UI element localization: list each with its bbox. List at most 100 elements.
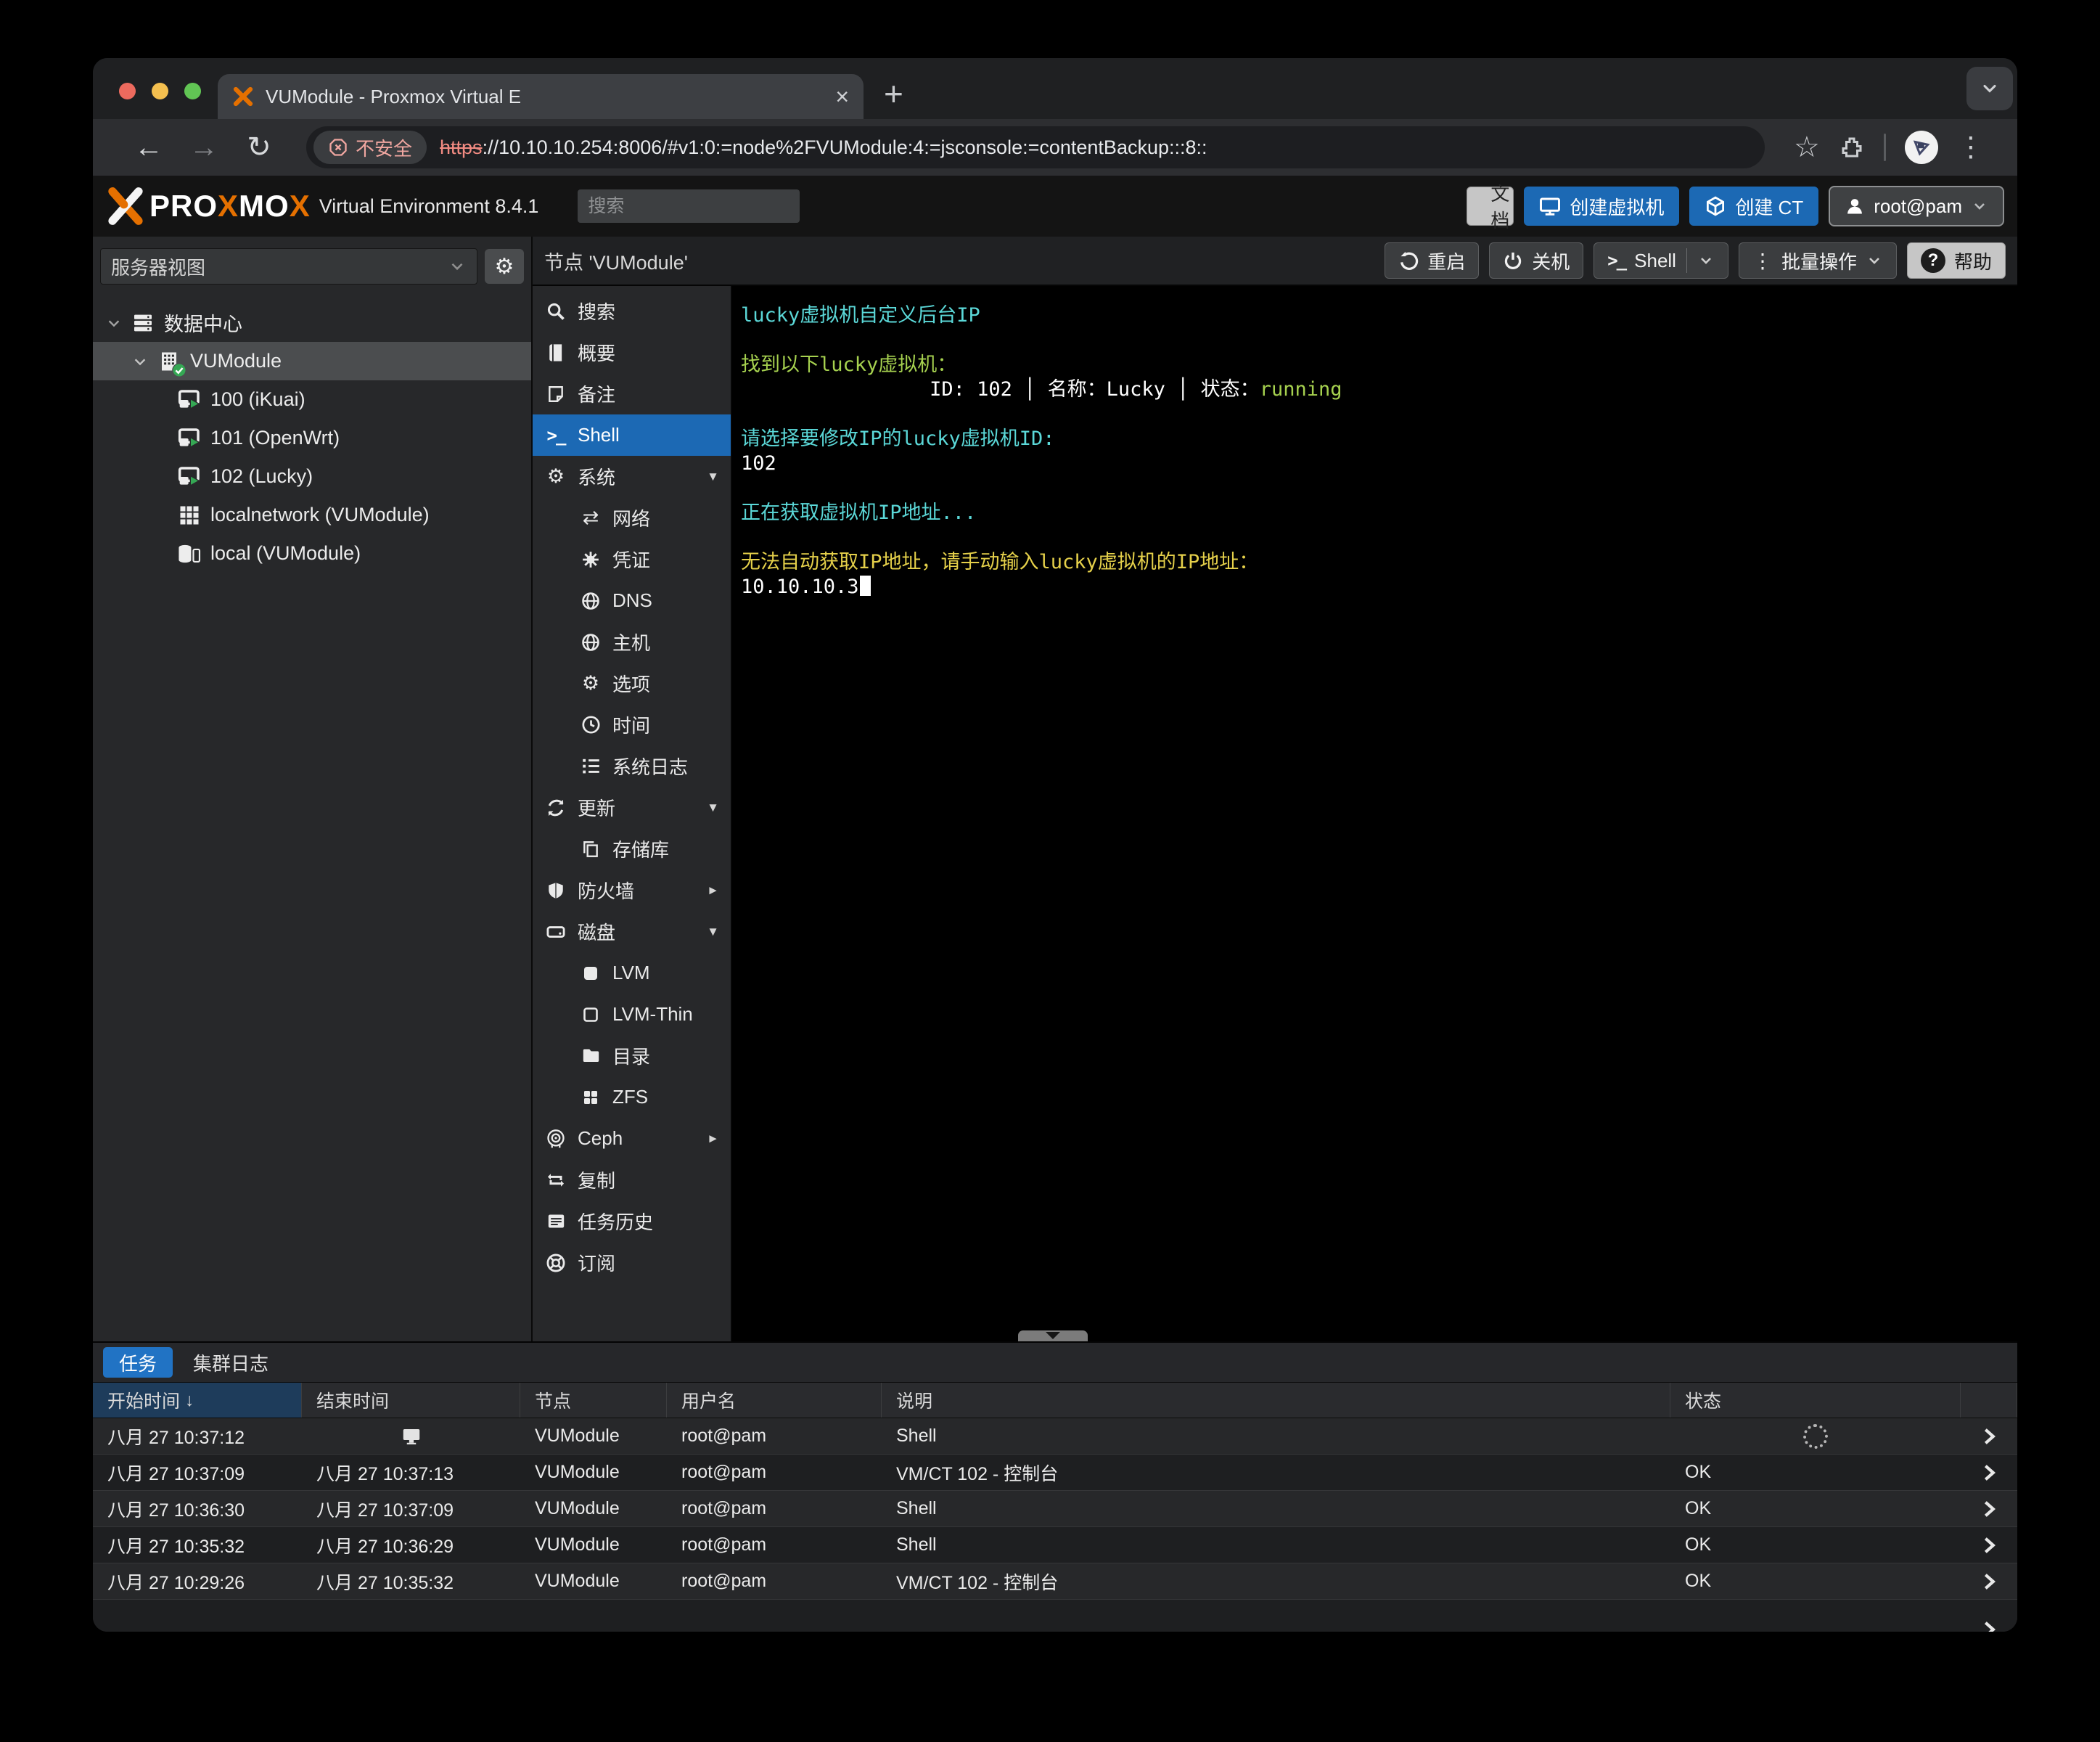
tasks-panel: 任务 集群日志 开始时间 ↓ 结束时间 节点 用户名 说明 状态 八月 27 1… bbox=[93, 1341, 2017, 1632]
browser-menu-icon[interactable]: ⋮ bbox=[1957, 134, 1985, 161]
task-row[interactable]: 八月 27 10:29:26 八月 27 10:35:32 VUModule r… bbox=[93, 1563, 2017, 1600]
menu-item-zfs[interactable]: ZFS bbox=[533, 1076, 731, 1118]
tab-tasks[interactable]: 任务 bbox=[103, 1347, 173, 1378]
menu-item-dns[interactable]: DNS bbox=[533, 580, 731, 621]
ceph-icon bbox=[544, 1129, 567, 1149]
menu-item-ceph[interactable]: Ceph ► bbox=[533, 1118, 731, 1159]
menu-item-replication[interactable]: 复制 bbox=[533, 1159, 731, 1201]
minimize-window-button[interactable] bbox=[152, 83, 168, 99]
restart-button[interactable]: 重启 bbox=[1385, 242, 1480, 279]
zoom-window-button[interactable] bbox=[184, 83, 201, 99]
terminal-input-line: 10.10.10.3 bbox=[741, 575, 2017, 600]
collapse-chevron-icon[interactable] bbox=[132, 353, 148, 369]
menu-item-certificates[interactable]: 凭证 bbox=[533, 539, 731, 580]
menu-item-network[interactable]: ⇄ 网络 bbox=[533, 497, 731, 539]
chevron-right-icon[interactable] bbox=[1979, 1535, 1999, 1555]
vnc-toolbar-handle[interactable] bbox=[1018, 1330, 1088, 1341]
tree-item-vm-100[interactable]: 100 (iKuai) bbox=[93, 380, 531, 419]
help-button[interactable]: ? 帮助 bbox=[1906, 242, 2006, 279]
reload-button[interactable]: ↻ bbox=[235, 131, 283, 164]
menu-item-notes[interactable]: 备注 bbox=[533, 373, 731, 414]
user-menu-button[interactable]: root@pam bbox=[1829, 186, 2004, 226]
menu-item-shell[interactable]: >_ Shell bbox=[533, 414, 731, 456]
terminal-line: ID: 102 │ 名称：Lucky │ 状态：running bbox=[741, 378, 1342, 401]
menu-item-system[interactable]: ⚙ 系统 ▼ bbox=[533, 456, 731, 497]
tree-item-vm-102[interactable]: 102 (Lucky) bbox=[93, 457, 531, 496]
bulk-actions-button[interactable]: ⋮ 批量操作 bbox=[1738, 242, 1897, 279]
column-header-user[interactable]: 用户名 bbox=[667, 1383, 882, 1418]
tab-cluster-log[interactable]: 集群日志 bbox=[193, 1349, 268, 1376]
caret-down-icon bbox=[1046, 1332, 1060, 1339]
column-header-status[interactable]: 状态 bbox=[1670, 1383, 1961, 1418]
task-row-partial[interactable] bbox=[93, 1600, 2017, 1632]
chevron-right-icon[interactable] bbox=[1979, 1463, 1999, 1483]
chevron-right-icon[interactable] bbox=[1979, 1499, 1999, 1519]
close-window-button[interactable] bbox=[119, 83, 136, 99]
task-row[interactable]: 八月 27 10:37:09 八月 27 10:37:13 VUModule r… bbox=[93, 1455, 2017, 1491]
create-vm-button[interactable]: 创建虚拟机 bbox=[1524, 187, 1680, 226]
chevron-right-icon[interactable] bbox=[1979, 1571, 1999, 1592]
menu-item-directory[interactable]: 目录 bbox=[533, 1035, 731, 1076]
user-icon bbox=[1847, 199, 1863, 214]
menu-item-subscription[interactable]: 订阅 bbox=[533, 1242, 731, 1283]
documentation-button[interactable]: 文档 bbox=[1467, 183, 1514, 232]
view-selector[interactable]: 服务器视图 bbox=[100, 248, 477, 285]
menu-item-syslog[interactable]: 系统日志 bbox=[533, 745, 731, 787]
forward-button[interactable]: → bbox=[180, 131, 228, 164]
menu-item-lvm-thin[interactable]: LVM-Thin bbox=[533, 994, 731, 1035]
menu-item-updates[interactable]: 更新 ▼ bbox=[533, 787, 731, 828]
new-tab-button[interactable]: + bbox=[884, 74, 903, 113]
menu-item-firewall[interactable]: 防火墙 ► bbox=[533, 870, 731, 911]
tree-item-vm-101[interactable]: 101 (OpenWrt) bbox=[93, 419, 531, 457]
menu-item-task-history[interactable]: 任务历史 bbox=[533, 1201, 731, 1242]
vm-status-running: running bbox=[1259, 378, 1342, 401]
profile-avatar[interactable] bbox=[1904, 131, 1938, 164]
url-scheme: https bbox=[440, 136, 483, 158]
create-ct-button[interactable]: 创建 CT bbox=[1689, 187, 1819, 226]
tree-item-label: 数据中心 bbox=[164, 314, 242, 335]
shell-terminal[interactable]: lucky虚拟机自定义后台IP 找到以下lucky虚拟机： ID: 102 │ … bbox=[732, 286, 2017, 1341]
bookmark-star-icon[interactable]: ☆ bbox=[1794, 131, 1820, 164]
extensions-icon[interactable] bbox=[1839, 134, 1865, 160]
column-header-start-time[interactable]: 开始时间 ↓ bbox=[93, 1383, 302, 1418]
view-selector-label: 服务器视图 bbox=[111, 256, 206, 279]
menu-item-disks[interactable]: 磁盘 ▼ bbox=[533, 911, 731, 952]
tab-search-button[interactable] bbox=[1966, 67, 2013, 110]
security-chip[interactable]: 不安全 bbox=[313, 131, 427, 164]
tree-item-node-vumodule[interactable]: VUModule bbox=[93, 342, 531, 380]
column-header-node[interactable]: 节点 bbox=[520, 1383, 667, 1418]
column-header-description[interactable]: 说明 bbox=[882, 1383, 1670, 1418]
note-icon bbox=[544, 385, 567, 404]
menu-item-summary[interactable]: 概要 bbox=[533, 332, 731, 373]
sidebar-settings-button[interactable]: ⚙ bbox=[485, 249, 524, 284]
chevron-right-icon[interactable] bbox=[1979, 1426, 1999, 1447]
tree-item-local-storage[interactable]: local (VUModule) bbox=[93, 534, 531, 573]
menu-item-time[interactable]: 时间 bbox=[533, 704, 731, 745]
browser-tab[interactable]: VUModule - Proxmox Virtual E × bbox=[218, 74, 864, 119]
menu-item-lvm[interactable]: LVM bbox=[533, 952, 731, 994]
chevron-down-icon[interactable] bbox=[1697, 252, 1715, 269]
back-button[interactable]: ← bbox=[125, 131, 173, 164]
browser-window: VUModule - Proxmox Virtual E × + ← → ↻ 不… bbox=[93, 58, 2017, 1632]
collapse-chevron-icon[interactable] bbox=[106, 315, 122, 331]
tree-item-datacenter[interactable]: 数据中心 bbox=[93, 303, 531, 342]
gear-icon: ⚙ bbox=[581, 672, 600, 694]
shell-split-button[interactable]: >_ Shell bbox=[1594, 242, 1728, 279]
menu-item-repositories[interactable]: 存储库 bbox=[533, 828, 731, 870]
column-header-end-time[interactable]: 结束时间 bbox=[302, 1383, 520, 1418]
menu-item-search[interactable]: 搜索 bbox=[533, 290, 731, 332]
disk-icon bbox=[544, 922, 567, 942]
menu-item-options[interactable]: ⚙ 选项 bbox=[533, 663, 731, 704]
menu-item-hosts[interactable]: 主机 bbox=[533, 621, 731, 663]
tree-item-label: 100 (iKuai) bbox=[210, 388, 305, 410]
tab-close-icon[interactable]: × bbox=[835, 85, 849, 108]
task-row[interactable]: 八月 27 10:35:32 八月 27 10:36:29 VUModule r… bbox=[93, 1527, 2017, 1563]
task-row[interactable]: 八月 27 10:37:12 VUModule root@pam Shell bbox=[93, 1418, 2017, 1455]
tree-item-localnetwork[interactable]: localnetwork (VUModule) bbox=[93, 496, 531, 534]
address-bar[interactable]: 不安全 https://10.10.10.254:8006/#v1:0:=nod… bbox=[306, 126, 1765, 168]
task-row[interactable]: 八月 27 10:36:30 八月 27 10:37:09 VUModule r… bbox=[93, 1491, 2017, 1527]
global-search-input[interactable] bbox=[578, 189, 800, 223]
network-arrows-icon: ⇄ bbox=[582, 507, 599, 528]
shutdown-button[interactable]: 关机 bbox=[1489, 242, 1584, 279]
